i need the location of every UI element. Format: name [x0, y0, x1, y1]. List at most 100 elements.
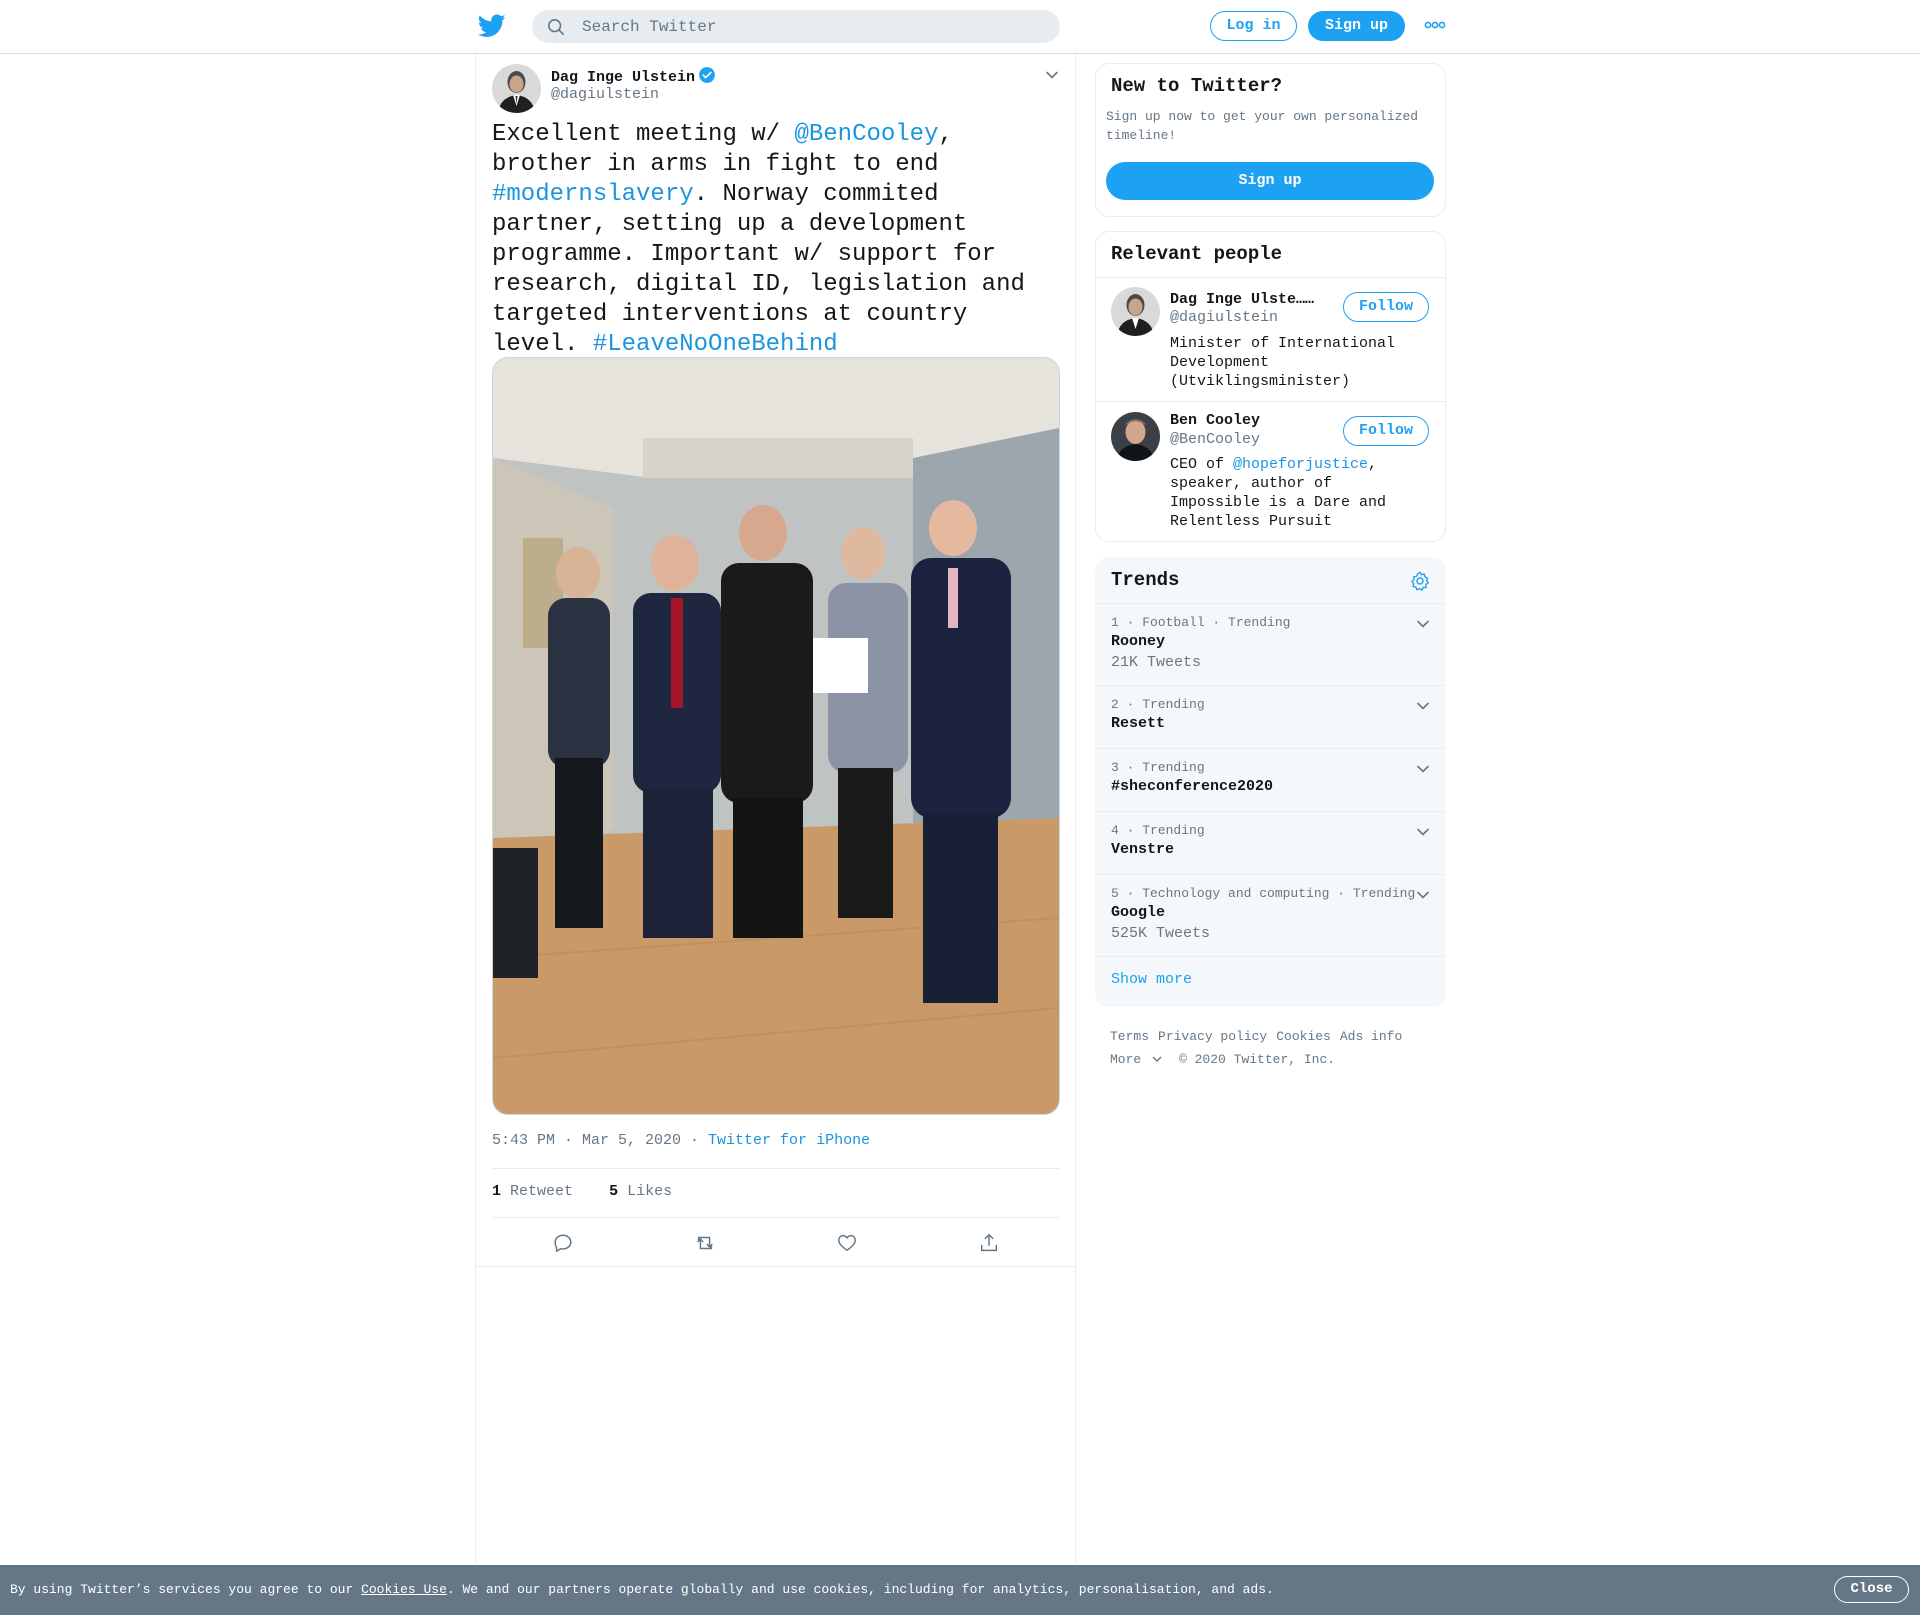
reply-icon[interactable] — [552, 1232, 574, 1254]
retweet-icon[interactable] — [694, 1232, 716, 1254]
trend-meta: 2 · Trending — [1111, 697, 1205, 712]
footer-link-privacy[interactable]: Privacy policy — [1158, 1029, 1267, 1044]
footer-link-ads-info[interactable]: Ads info — [1340, 1029, 1402, 1044]
divider — [476, 1266, 1075, 1267]
retweet-count: 1 — [492, 1183, 502, 1200]
card-title: Trends — [1111, 569, 1180, 591]
footer-more[interactable]: More — [1110, 1052, 1162, 1067]
trend-item[interactable]: 4 · Trending Venstre — [1096, 811, 1445, 874]
mention-link[interactable]: @hopeforjustice — [1233, 456, 1368, 473]
person-bio: CEO of @hopeforjustice, speaker, author … — [1170, 455, 1430, 531]
like-icon[interactable] — [836, 1232, 858, 1254]
chevron-down-icon[interactable] — [1416, 763, 1430, 775]
retweet-label: Retweet — [510, 1183, 574, 1200]
tweet-stats: 1 Retweet 5 Likes — [492, 1183, 672, 1200]
search-bar[interactable]: Search Twitter — [532, 10, 1060, 43]
trend-item[interactable]: 2 · Trending Resett — [1096, 685, 1445, 748]
more-options-icon[interactable] — [1424, 19, 1446, 31]
divider — [492, 1217, 1060, 1218]
card-title: New to Twitter? — [1111, 75, 1283, 97]
trend-name[interactable]: Resett — [1111, 715, 1165, 732]
retweet-stat[interactable]: 1 Retweet — [492, 1183, 573, 1200]
sidebar-footer: Terms Privacy policy Cookies Ads info More … — [1110, 1025, 1450, 1071]
top-bar: Search Twitter Log in Sign up — [0, 0, 1920, 54]
tweet-column: Dag Inge Ulstein @dagiulstein Excellent … — [475, 54, 1076, 1564]
follow-button[interactable]: Follow — [1343, 416, 1429, 446]
trend-item[interactable]: 5 · Technology and computing · Trending … — [1096, 874, 1445, 956]
tweet-photo[interactable] — [492, 357, 1060, 1115]
trend-item[interactable]: 1 · Football · Trending Rooney 21K Tweet… — [1096, 603, 1445, 685]
person-handle[interactable]: @dagiulstein — [1170, 309, 1278, 326]
avatar[interactable] — [1111, 412, 1160, 461]
trend-count: 21K Tweets — [1111, 654, 1202, 671]
cookies-use-link[interactable]: Cookies Use — [361, 1582, 447, 1597]
search-icon — [547, 18, 565, 36]
like-label: Likes — [627, 1183, 673, 1200]
cookie-consent-bar: By using Twitter’s services you agree to… — [0, 1565, 1920, 1615]
show-more-row[interactable]: Show more — [1096, 956, 1445, 1006]
hashtag-link[interactable]: #modernslavery — [492, 181, 694, 208]
sidebar-signup-button[interactable]: Sign up — [1106, 162, 1434, 200]
chevron-down-icon — [1152, 1056, 1162, 1062]
mention-link[interactable]: @BenCooley — [794, 121, 938, 148]
twitter-logo-icon[interactable] — [478, 13, 506, 39]
person-name[interactable]: Ben Cooley — [1170, 412, 1260, 429]
person-name-text[interactable]: Dag Inge Ulste… — [1170, 291, 1314, 308]
trend-name[interactable]: Venstre — [1111, 841, 1174, 858]
tweet-source-link[interactable]: Twitter for iPhone — [708, 1132, 870, 1149]
share-icon[interactable] — [978, 1232, 1000, 1254]
author-handle[interactable]: @dagiulstein — [551, 86, 659, 103]
search-placeholder[interactable]: Search Twitter — [582, 18, 716, 36]
tweet-timestamp[interactable]: 5:43 PM · Mar 5, 2020 — [492, 1132, 681, 1149]
trends-card: Trends 1 · Football · Trending Rooney 21… — [1095, 557, 1446, 1007]
verified-badge-icon — [699, 67, 715, 83]
person-bio: Minister of International Development (U… — [1170, 335, 1396, 390]
card-title: Relevant people — [1111, 243, 1283, 265]
new-to-twitter-card: New to Twitter? Sign up now to get your … — [1095, 63, 1446, 217]
footer-link-cookies[interactable]: Cookies — [1276, 1029, 1331, 1044]
tweet-text: Excellent meeting w/ @BenCooley, brother… — [492, 120, 1060, 360]
follow-button[interactable]: Follow — [1343, 292, 1429, 322]
trend-meta: 5 · Technology and computing · Trending — [1111, 886, 1416, 901]
copyright: © 2020 Twitter, Inc. — [1179, 1052, 1336, 1067]
trend-meta: 3 · Trending — [1111, 760, 1205, 775]
person-name[interactable]: Dag Inge Ulste… — [1170, 288, 1315, 308]
show-more-link[interactable]: Show more — [1111, 971, 1192, 988]
tweet-text-segment: Excellent meeting w/ — [492, 121, 795, 148]
chevron-down-icon[interactable] — [1416, 889, 1430, 901]
relevant-people-card: Relevant people Dag Inge Ulste… @dagiuls… — [1095, 231, 1446, 542]
cookie-text-segment: By using Twitter’s services you agree to… — [10, 1582, 362, 1597]
cookie-text-segment: . We and our partners operate globally a… — [446, 1582, 1274, 1597]
chevron-down-icon[interactable] — [1416, 618, 1430, 630]
signup-button[interactable]: Sign up — [1308, 11, 1405, 41]
login-button[interactable]: Log in — [1210, 11, 1297, 41]
tweet-metadata: 5:43 PM · Mar 5, 2020 · Twitter for iPho… — [492, 1132, 870, 1149]
bio-text: CEO of — [1170, 456, 1234, 473]
divider — [492, 1168, 1060, 1169]
author-name-text[interactable]: Dag Inge Ulstein — [551, 69, 695, 86]
hashtag-link[interactable]: #LeaveNoOneBehind — [593, 331, 838, 358]
cookie-text: By using Twitter’s services you agree to… — [10, 1582, 1274, 1597]
chevron-down-icon[interactable] — [1416, 826, 1430, 838]
settings-gear-icon[interactable] — [1409, 570, 1431, 592]
footer-more-label[interactable]: More — [1110, 1052, 1141, 1067]
chevron-down-icon[interactable] — [1416, 700, 1430, 712]
cookie-close-button[interactable]: Close — [1834, 1576, 1909, 1603]
trend-name[interactable]: Rooney — [1111, 633, 1165, 650]
trend-name[interactable]: Google — [1111, 904, 1165, 921]
trend-meta: 4 · Trending — [1111, 823, 1205, 838]
likes-stat[interactable]: 5 Likes — [609, 1183, 672, 1200]
avatar[interactable] — [1111, 287, 1160, 336]
footer-link-terms[interactable]: Terms — [1110, 1029, 1149, 1044]
like-count: 5 — [609, 1183, 619, 1200]
trend-count: 525K Tweets — [1111, 925, 1211, 942]
author-avatar[interactable] — [492, 64, 541, 113]
signup-description: Sign up now to get your own personalized… — [1106, 109, 1419, 143]
person-handle[interactable]: @BenCooley — [1170, 431, 1260, 448]
metadata-separator: · — [681, 1132, 709, 1149]
author-name[interactable]: Dag Inge Ulstein — [551, 66, 716, 86]
chevron-down-icon[interactable] — [1044, 68, 1060, 82]
trend-name[interactable]: #sheconference2020 — [1111, 778, 1273, 795]
divider — [1096, 401, 1445, 402]
trend-item[interactable]: 3 · Trending #sheconference2020 — [1096, 748, 1445, 811]
